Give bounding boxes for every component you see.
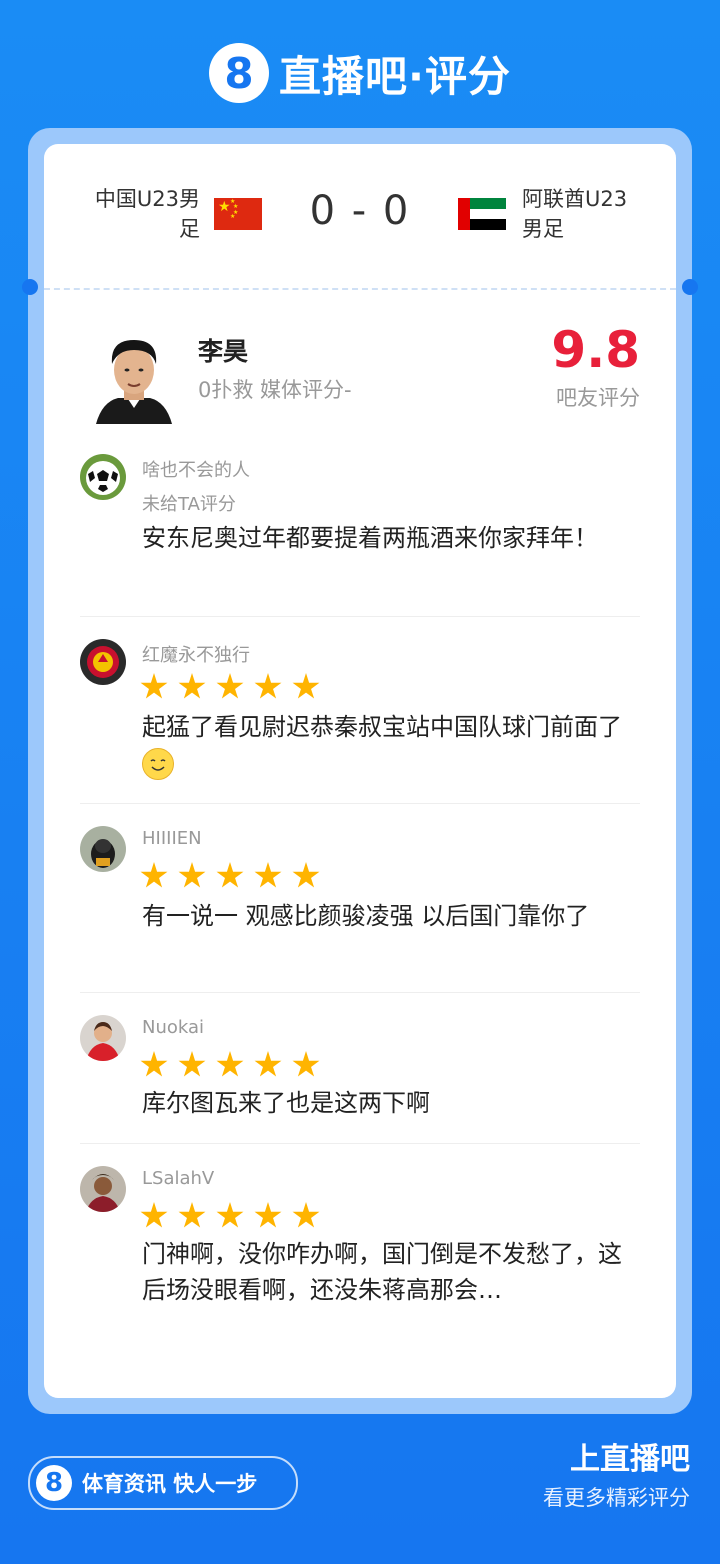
comment-text: 起猛了看见尉迟恭秦叔宝站中国队球门前面了 [142,709,642,781]
comment-username[interactable]: 红魔永不独行 [142,641,250,667]
star-icon [140,1202,168,1228]
star-icon [216,1051,244,1077]
star-icon [216,673,244,699]
app-header: 8 直播吧·评分 [0,38,720,108]
ticket-notch-left [22,279,38,295]
cta-subtitle: 看更多精彩评分 [543,1486,690,1510]
page-title: 直播吧·评分 [279,51,511,101]
ticket-notch-right [682,279,698,295]
star-icon [292,862,320,888]
star-icon [292,1202,320,1228]
player-name: 李昊 [198,337,249,366]
user-avatar[interactable] [80,1015,126,1061]
cta-title[interactable]: 上直播吧 [543,1440,690,1480]
player-stats: 0扑救 媒体评分- [198,378,352,402]
slogan-badge: 8 体育资讯 快人一步 [28,1456,298,1510]
star-icon [216,1202,244,1228]
comment-rating-text: 未给TA评分 [142,494,236,515]
star-icon [254,1051,282,1077]
comment-text: 安东尼奥过年都要提着两瓶酒来你家拜年！ [142,524,598,552]
player-summary: 李昊 0扑救 媒体评分- 9.8 吧友评分 [44,322,676,432]
comment-item[interactable]: 红魔永不独行 起猛了看见尉迟恭秦叔宝站中国队球门前面了 [80,617,640,804]
star-icon [178,1202,206,1228]
star-icon [178,673,206,699]
comment-text: 有一说一 观感比颜骏凌强 以后国门靠你了 [142,902,590,930]
star-icon [254,673,282,699]
comment-item[interactable]: HIIIIEN 有一说一 观感比颜骏凌强 以后国门靠你了 [80,804,640,993]
match-score: 0 - 0 [309,188,411,234]
rating-stars [140,862,320,890]
comment-text: 库尔图瓦来了也是这两下啊 [142,1089,430,1117]
comment-text-body: 起猛了看见尉迟恭秦叔宝站中国队球门前面了 [142,713,622,741]
user-avatar[interactable] [80,826,126,872]
match-header: 中国U23男足 ★ ★ ★ ★ ★ 0 - 0 阿联酋U23男足 [44,180,676,260]
star-icon [254,1202,282,1228]
slogan-text: 体育资讯 快人一步 [82,1472,258,1496]
star-icon [292,1051,320,1077]
star-icon [140,673,168,699]
comment-list: 啥也不会的人 未给TA评分 安东尼奥过年都要提着两瓶酒来你家拜年！ 红魔永不独行 [44,444,676,1334]
star-icon [254,862,282,888]
star-icon [178,862,206,888]
rating-stars [140,673,320,701]
star-icon [178,1051,206,1077]
star-icon [140,862,168,888]
zhibo8-logo-icon: 8 [209,43,270,103]
away-team-name: 阿联酋U23男足 [522,187,628,241]
comment-username[interactable]: Nuokai [142,1017,204,1038]
star-icon [292,673,320,699]
smile-emoji-icon [142,748,174,780]
zhibo8-logo-icon: 8 [36,1465,72,1501]
china-flag-icon: ★ ★ ★ ★ ★ [214,198,262,230]
comment-username[interactable]: LSalahV [142,1168,214,1189]
comment-item[interactable]: 啥也不会的人 未给TA评分 安东尼奥过年都要提着两瓶酒来你家拜年！ [80,444,640,617]
comment-item[interactable]: Nuokai 库尔图瓦来了也是这两下啊 [80,993,640,1144]
player-fan-score-label: 吧友评分 [556,386,640,410]
uae-flag-icon [458,198,506,230]
home-team-name: 中国U23男足 [94,187,200,241]
rating-stars [140,1051,320,1079]
rating-card: 中国U23男足 ★★★★★ 0 - 0 阿联酋U23男足 李昊 0扑救 [44,144,676,1398]
star-icon [140,1051,168,1077]
player-fan-score: 9.8 [551,321,640,379]
user-avatar[interactable] [80,454,126,500]
comment-text: 门神啊，没你咋办啊，国门倒是不发愁了，这后场没眼看啊，还没朱蒋高那会… [142,1240,622,1304]
rating-stars [140,1202,320,1230]
footer-cta[interactable]: 上直播吧 看更多精彩评分 [543,1440,690,1516]
player-photo [88,328,180,424]
comment-item[interactable]: LSalahV 门神啊，没你咋办啊，国门倒是不发愁了，这后场没眼看啊，还没朱蒋高… [80,1144,640,1334]
comment-username[interactable]: HIIIIEN [142,828,202,849]
ticket-divider [44,288,676,290]
user-avatar[interactable] [80,1166,126,1212]
star-icon [216,862,244,888]
user-avatar[interactable] [80,639,126,685]
comment-username[interactable]: 啥也不会的人 [142,456,250,482]
